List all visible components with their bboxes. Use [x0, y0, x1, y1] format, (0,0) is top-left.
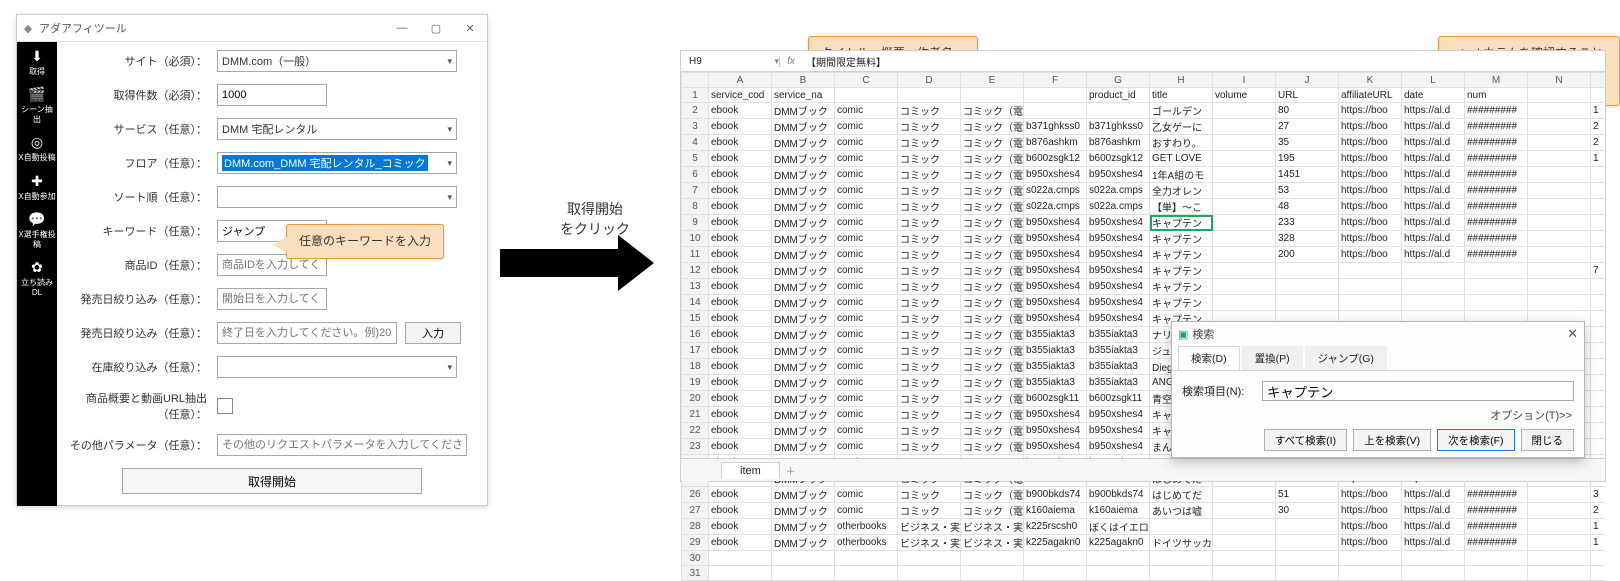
dateto-label: 発売日絞り込み（任意）：	[67, 325, 217, 341]
sidebar-item-label: 取得	[29, 67, 45, 77]
count-input[interactable]	[217, 84, 327, 106]
count-label: 取得件数（必須）：	[67, 87, 217, 103]
start-button[interactable]: 取得開始	[122, 468, 422, 494]
find-btn-3[interactable]: 閉じる	[1521, 429, 1575, 451]
add-sheet-button[interactable]: ＋	[786, 463, 796, 478]
app-icon: ◆	[17, 22, 39, 35]
maximize-button[interactable]: ▢	[419, 15, 453, 41]
sidebar-item-1[interactable]: 🎬 シーン抽出	[18, 86, 56, 124]
callout-keyword: 任意のキーワードを入力	[286, 224, 444, 259]
sidebar-item-label: シーン抽出	[18, 105, 56, 124]
fx-icon: fx	[780, 56, 802, 67]
find-options-link[interactable]: オプション(T)>>	[1490, 410, 1572, 422]
floor-label: フロア（任意）：	[67, 155, 217, 171]
find-tab-2[interactable]: ジャンプ(G)	[1305, 346, 1387, 370]
keyword-label: キーワード（任意）：	[67, 223, 217, 239]
extract-label: 商品概要と動画URL抽出（任意）：	[67, 390, 217, 422]
arrow-caption: 取得開始をクリック	[520, 200, 670, 239]
sidebar-icon: ✿	[31, 259, 43, 276]
sidebar-item-2[interactable]: ◎ X自動投稿	[18, 134, 56, 162]
chevron-down-icon: ▾	[447, 192, 452, 203]
datefrom-label: 発売日絞り込み（任意）：	[67, 291, 217, 307]
stock-select[interactable]: ▾	[217, 356, 457, 378]
find-btn-2[interactable]: 次を検索(F)	[1437, 429, 1514, 451]
chevron-down-icon: ▾	[447, 158, 452, 169]
sidebar-icon: ✚	[31, 173, 43, 190]
sidebar-item-3[interactable]: ✚ X自動参加	[18, 173, 56, 201]
sheet-tab[interactable]: item	[721, 462, 780, 479]
chevron-down-icon: ▾	[447, 56, 452, 67]
sidebar-item-4[interactable]: 💬 X選手権投稿	[18, 211, 56, 249]
param-input[interactable]	[217, 434, 467, 456]
sidebar-item-5[interactable]: ✿ 立ち読みDL	[18, 259, 56, 297]
chevron-down-icon: ▾	[447, 124, 452, 135]
find-dialog: ▣ 検索 ✕ 検索(D)置換(P)ジャンプ(G) 検索項目(N): オプション(…	[1171, 321, 1585, 458]
sidebar-item-0[interactable]: ⬇ 取得	[18, 48, 56, 76]
spreadsheet: H9▾ fx 【期間限定無料】 ABCDEFGHIJKLMNOPQR1servi…	[680, 50, 1606, 482]
sidebar-item-label: 立ち読みDL	[18, 278, 56, 297]
chevron-down-icon: ▾	[447, 362, 452, 373]
formula-input[interactable]: 【期間限定無料】	[802, 54, 1605, 69]
find-btn-0[interactable]: すべて検索(I)	[1264, 429, 1347, 451]
chevron-down-icon: ▾	[774, 56, 779, 67]
datefrom-input[interactable]	[217, 288, 327, 310]
find-btn-1[interactable]: 上を検索(V)	[1353, 429, 1431, 451]
extract-checkbox[interactable]	[217, 398, 233, 414]
find-title-icon: ▣	[1178, 328, 1188, 341]
stock-label: 在庫絞り込み（任意）：	[67, 359, 217, 375]
site-label: サイト（必須）：	[67, 53, 217, 69]
site-select[interactable]: DMM.com（一般）▾	[217, 50, 457, 72]
close-button[interactable]: ✕	[453, 15, 487, 41]
sort-select[interactable]: ▾	[217, 186, 457, 208]
close-icon[interactable]: ✕	[1567, 326, 1578, 342]
app-window: ◆ アダアフィツール — ▢ ✕ ⬇ 取得 🎬 シーン抽出 ◎ X自動投稿 ✚ X自動参加 💬 X…	[16, 14, 488, 506]
sidebar-item-label: X自動投稿	[18, 153, 55, 163]
sort-label: ソート順（任意）：	[67, 189, 217, 205]
arrow-icon	[500, 235, 670, 291]
formula-bar: H9▾ fx 【期間限定無料】	[681, 51, 1605, 72]
sidebar: ⬇ 取得 🎬 シーン抽出 ◎ X自動投稿 ✚ X自動参加 💬 X選手権投稿 ✿ 立ち読みDL	[17, 42, 57, 506]
name-box[interactable]: H9▾	[681, 56, 780, 67]
dateto-button[interactable]: 入力	[405, 322, 461, 344]
sidebar-icon: 🎬	[28, 86, 45, 103]
form-panel: サイト（必須）： DMM.com（一般）▾ 取得件数（必須）： サービス（任意）…	[57, 42, 487, 506]
sheet-tab-bar: item ＋	[681, 458, 1605, 481]
app-title: アダアフィツール	[39, 20, 385, 36]
dateto-input[interactable]	[217, 322, 397, 344]
find-field-input[interactable]	[1262, 381, 1574, 401]
find-tab-1[interactable]: 置換(P)	[1242, 346, 1303, 370]
param-label: その他パラメータ（任意）：	[67, 437, 217, 453]
find-title: 検索	[1192, 326, 1214, 342]
find-field-label: 検索項目(N):	[1182, 383, 1262, 399]
sidebar-icon: 💬	[28, 211, 45, 228]
minimize-button[interactable]: —	[385, 15, 419, 41]
sidebar-item-label: X自動参加	[18, 192, 55, 202]
find-tab-0[interactable]: 検索(D)	[1178, 346, 1240, 370]
service-label: サービス（任意）：	[67, 121, 217, 137]
service-select[interactable]: DMM 宅配レンタル▾	[217, 118, 457, 140]
floor-select[interactable]: DMM.com_DMM 宅配レンタル_コミック▾	[217, 152, 457, 174]
productid-label: 商品ID（任意）：	[67, 257, 217, 273]
sidebar-item-label: X選手権投稿	[18, 230, 56, 249]
sidebar-icon: ◎	[31, 134, 43, 151]
sidebar-icon: ⬇	[31, 48, 43, 65]
titlebar: ◆ アダアフィツール — ▢ ✕	[17, 15, 487, 42]
